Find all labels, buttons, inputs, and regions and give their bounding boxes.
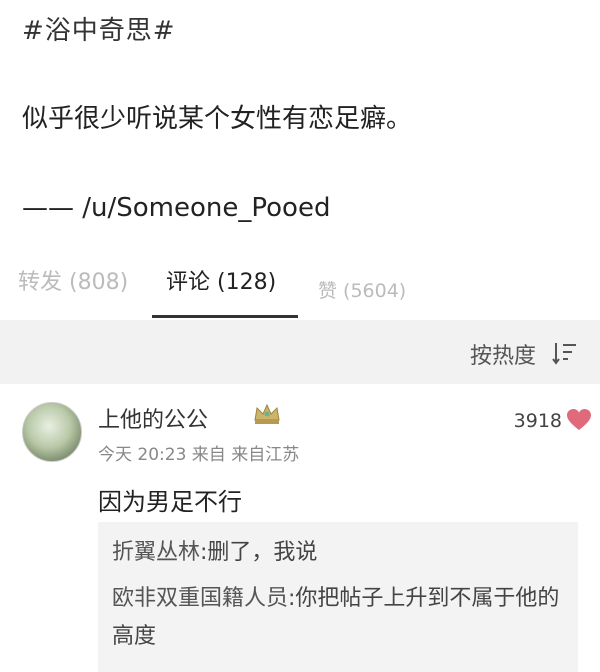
like-count: 3918 <box>513 410 562 432</box>
tab-bar: 转发 (808) 评论 (128) 赞 (5604) <box>0 250 600 320</box>
hashtag-topic[interactable]: #浴中奇思# <box>22 10 176 47</box>
reply-item: 欧非双重国籍人员:你把帖子上升到不属于他的高度 <box>112 580 572 656</box>
avatar[interactable] <box>22 402 82 462</box>
reply-preview[interactable]: 折翼丛林:删了，我说 欧非双重国籍人员:你把帖子上升到不属于他的高度 <box>98 522 578 672</box>
tab-repost[interactable]: 转发 (808) <box>18 264 128 296</box>
sort-by-hot-button[interactable]: 按热度 <box>470 338 536 370</box>
heart-icon[interactable] <box>566 408 592 432</box>
sort-icon[interactable] <box>552 340 578 366</box>
comment-username[interactable]: 上他的公公 <box>98 402 208 434</box>
reply-text: :删了，我说 <box>200 540 318 565</box>
reply-author[interactable]: 欧非双重国籍人员 <box>112 586 288 611</box>
tab-likes[interactable]: 赞 (5604) <box>318 276 562 303</box>
comment-item: 上他的公公 今天 20:23 来自 来自江苏 3918 因为男足不行 折翼丛林:… <box>0 384 600 672</box>
sort-bar: 按热度 <box>0 320 600 384</box>
comment-text: 因为男足不行 <box>98 488 242 516</box>
post-text: 似乎很少听说某个女性有恋足癖。 <box>22 104 413 134</box>
comment-meta: 今天 20:23 来自 来自江苏 <box>98 445 300 465</box>
crown-badge-icon <box>254 403 280 424</box>
reply-author[interactable]: 折翼丛林 <box>112 540 200 565</box>
tab-comments[interactable]: 评论 (128) <box>166 264 276 296</box>
post-attribution: —— /u/Someone_Pooed <box>22 193 331 223</box>
reply-item: 折翼丛林:删了，我说 <box>112 534 317 572</box>
active-tab-indicator <box>152 315 298 318</box>
post-content: #浴中奇思# 似乎很少听说某个女性有恋足癖。 —— /u/Someone_Poo… <box>0 0 600 250</box>
